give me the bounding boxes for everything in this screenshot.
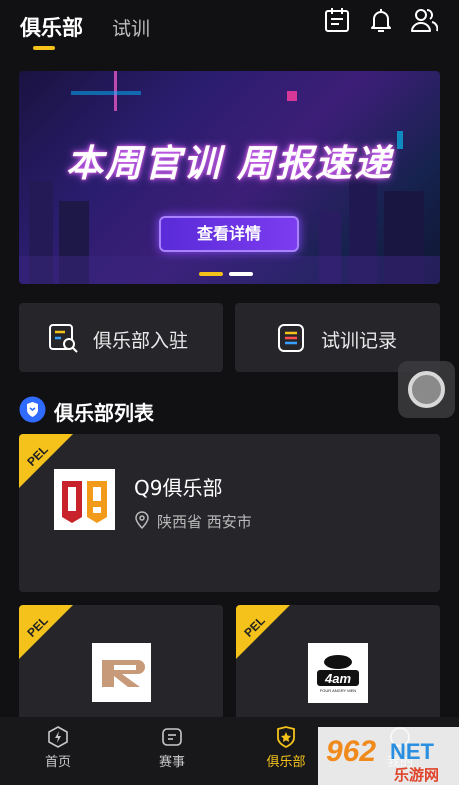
record-list-icon (275, 322, 307, 354)
carousel-dot[interactable] (229, 272, 253, 276)
banner-title: 本周官训 周报速递 (66, 142, 393, 185)
club-card[interactable]: PEL (19, 605, 223, 735)
club-location: 陕西省 西安市 (157, 513, 252, 531)
club-card[interactable]: PEL 4am FOUR ANGRY MEN (236, 605, 440, 735)
nav-home-label: 首页 (44, 755, 71, 770)
nav-club[interactable]: 俱乐部 (246, 717, 326, 785)
club-badge-icon (274, 725, 298, 749)
svg-text:NET: NET (390, 739, 435, 764)
club-search-icon (47, 322, 79, 354)
nav-home[interactable]: 首页 (18, 717, 98, 785)
4am-logo: 4am FOUR ANGRY MEN (308, 643, 368, 703)
club-list-title: 俱乐部列表 (54, 401, 154, 425)
calendar-icon[interactable] (323, 6, 351, 34)
nav-club-label: 俱乐部 (266, 755, 306, 770)
users-icon[interactable] (410, 6, 439, 34)
match-icon (160, 725, 184, 749)
svg-text:乐游网: 乐游网 (394, 766, 439, 784)
trial-records-label: 试训记录 (321, 330, 398, 352)
watermark-logo: 962 NET 乐游网 (318, 727, 459, 785)
top-header: 俱乐部 试训 (0, 0, 459, 60)
tab-trial[interactable]: 试训 (112, 14, 150, 41)
pel-badge: PEL (236, 605, 290, 659)
rng-logo (92, 643, 151, 702)
svg-text:4am: 4am (324, 671, 351, 686)
q9-logo (54, 469, 115, 530)
club-card[interactable]: PEL Q9俱乐部 陕西省 西安市 (19, 434, 440, 592)
location-pin-icon (135, 511, 149, 529)
carousel-dot-active[interactable] (199, 272, 223, 276)
view-details-button[interactable]: 查看详情 (159, 216, 299, 252)
home-bolt-icon (46, 725, 70, 749)
nav-match-label: 赛事 (158, 755, 185, 770)
shield-icon (19, 396, 46, 423)
club-name: Q9俱乐部 (134, 476, 223, 500)
club-join-button[interactable]: 俱乐部入驻 (19, 303, 223, 372)
promo-banner[interactable]: 本周官训 周报速递 查看详情 (19, 71, 440, 284)
tab-club[interactable]: 俱乐部 (20, 12, 83, 42)
svg-text:FOUR ANGRY MEN: FOUR ANGRY MEN (320, 688, 356, 693)
floating-assist-button[interactable] (398, 361, 455, 418)
pel-badge: PEL (19, 605, 73, 659)
bell-icon[interactable] (367, 6, 395, 34)
club-join-label: 俱乐部入驻 (93, 330, 189, 352)
tab-indicator (33, 46, 55, 50)
svg-text:962: 962 (326, 735, 376, 768)
nav-match[interactable]: 赛事 (132, 717, 212, 785)
